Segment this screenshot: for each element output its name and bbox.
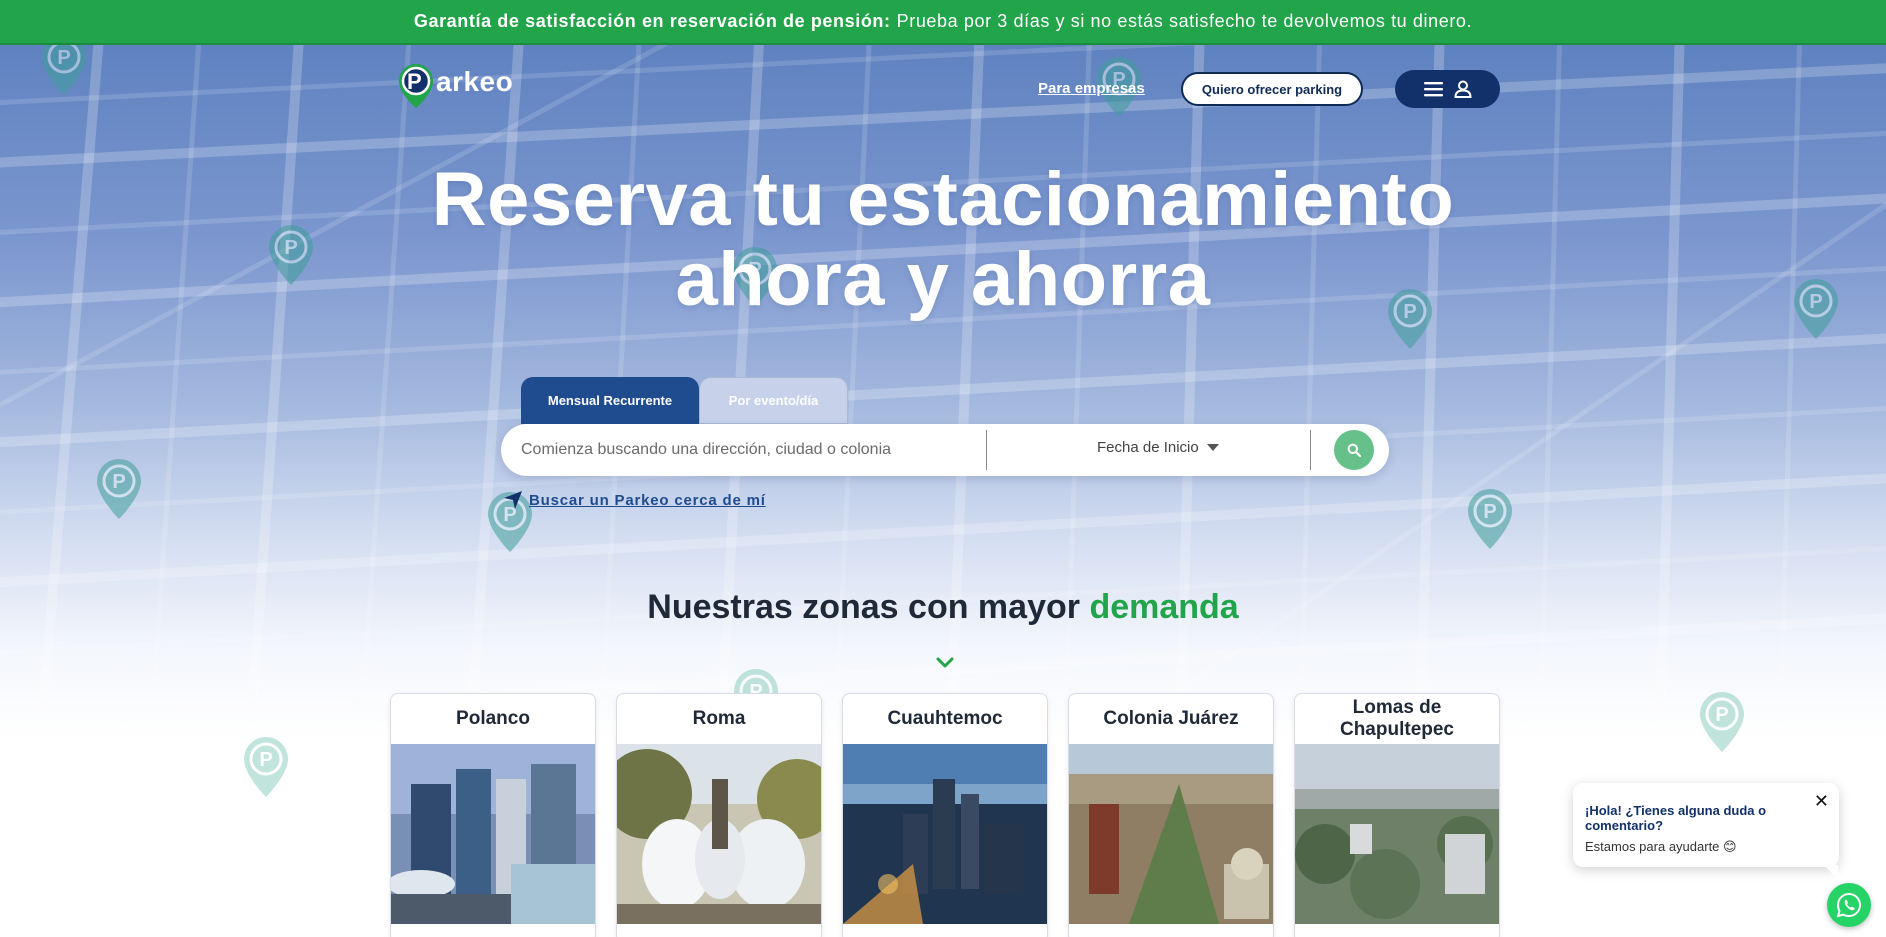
svg-text:P: P (57, 47, 70, 69)
zone-image (1295, 744, 1499, 924)
announcement-bar: Garantía de satisfacción en reservación … (0, 0, 1886, 45)
offer-parking-button[interactable]: Quiero ofrecer parking (1181, 72, 1363, 106)
zone-image (843, 744, 1047, 924)
headline-line-2: ahora y ahorra (675, 237, 1211, 322)
start-date-dropdown[interactable]: Fecha de Inicio (1097, 439, 1219, 456)
zone-image (617, 744, 821, 924)
zones-title-accent: demanda (1089, 588, 1239, 626)
map-pin-icon: P (1468, 489, 1512, 549)
svg-text:P: P (1715, 704, 1728, 726)
map-pin-icon: P (244, 737, 288, 797)
zones-title: Nuestras zonas con mayor demanda (0, 588, 1886, 627)
business-link[interactable]: Para empresas (1038, 80, 1145, 97)
hero-headline: Reserva tu estacionamiento ahora y ahorr… (0, 160, 1886, 320)
zone-card-title: Cuauhtemoc (887, 708, 1003, 729)
nearby-link[interactable]: Buscar un Parkeo cerca de mí (529, 492, 766, 509)
map-pin-icon: P (97, 459, 141, 519)
logo-letter: P (407, 69, 422, 94)
chat-question: ¡Hola! ¿Tienes alguna duda o comentario? (1585, 803, 1767, 833)
zone-image (1069, 744, 1273, 924)
search-input[interactable] (521, 441, 981, 459)
account-menu-button[interactable] (1395, 70, 1500, 108)
search-divider (1310, 430, 1311, 470)
chat-answer: Estamos para ayudarte 😊 (1585, 839, 1737, 854)
hamburger-icon (1423, 82, 1443, 97)
map-pin-icon: P (42, 45, 86, 95)
zone-card-lomas-de-chapultepec[interactable]: Lomas de Chapultepec (1294, 693, 1500, 937)
headline-line-1: Reserva tu estacionamiento (431, 157, 1455, 242)
zone-card-title: Roma (692, 708, 746, 729)
chat-tail (1824, 865, 1838, 879)
zone-card-title: Lomas de Chapultepec (1339, 697, 1455, 740)
parkeo-logo[interactable]: P arkeo (398, 63, 513, 109)
zone-card-title: Colonia Juárez (1103, 708, 1239, 729)
announcement-bold: Garantía de satisfacción en reservación … (413, 11, 891, 31)
location-arrow-icon (504, 491, 522, 509)
chat-popup: ✕ ¡Hola! ¿Tienes alguna duda o comentari… (1573, 783, 1839, 867)
announcement-text: Prueba por 3 días y si no estás satisfec… (896, 11, 1473, 31)
zone-card-polanco[interactable]: Polanco (390, 693, 596, 937)
zone-card-roma[interactable]: Roma (616, 693, 822, 937)
search-divider (986, 430, 987, 470)
search-bar: Fecha de Inicio (501, 424, 1389, 476)
zone-card-cuauhtemoc[interactable]: Cuauhtemoc (842, 693, 1048, 937)
logo-text: arkeo (436, 66, 514, 97)
nearby-search[interactable]: Buscar un Parkeo cerca de mí (503, 490, 766, 510)
zone-card-colonia-juarez[interactable]: Colonia Juárez (1068, 693, 1274, 937)
svg-text:P: P (112, 471, 125, 493)
search-button[interactable] (1334, 430, 1374, 470)
map-pin-icon: P (1700, 692, 1744, 752)
close-icon[interactable]: ✕ (1814, 791, 1829, 812)
zones-title-prefix: Nuestras zonas con mayor (647, 588, 1080, 626)
user-icon (1453, 80, 1472, 98)
whatsapp-icon (1836, 892, 1861, 918)
tab-monthly[interactable]: Mensual Recurrente (521, 377, 699, 424)
search-icon (1347, 443, 1361, 457)
svg-text:P: P (259, 749, 272, 771)
caret-down-icon (1206, 443, 1219, 451)
tab-per-event[interactable]: Por evento/día (699, 377, 848, 424)
whatsapp-button[interactable] (1827, 883, 1871, 927)
start-date-label: Fecha de Inicio (1097, 439, 1199, 456)
zone-card-title: Polanco (456, 708, 530, 729)
svg-text:P: P (1483, 501, 1496, 523)
zone-image (391, 744, 595, 924)
chevron-down-icon[interactable] (936, 656, 954, 670)
